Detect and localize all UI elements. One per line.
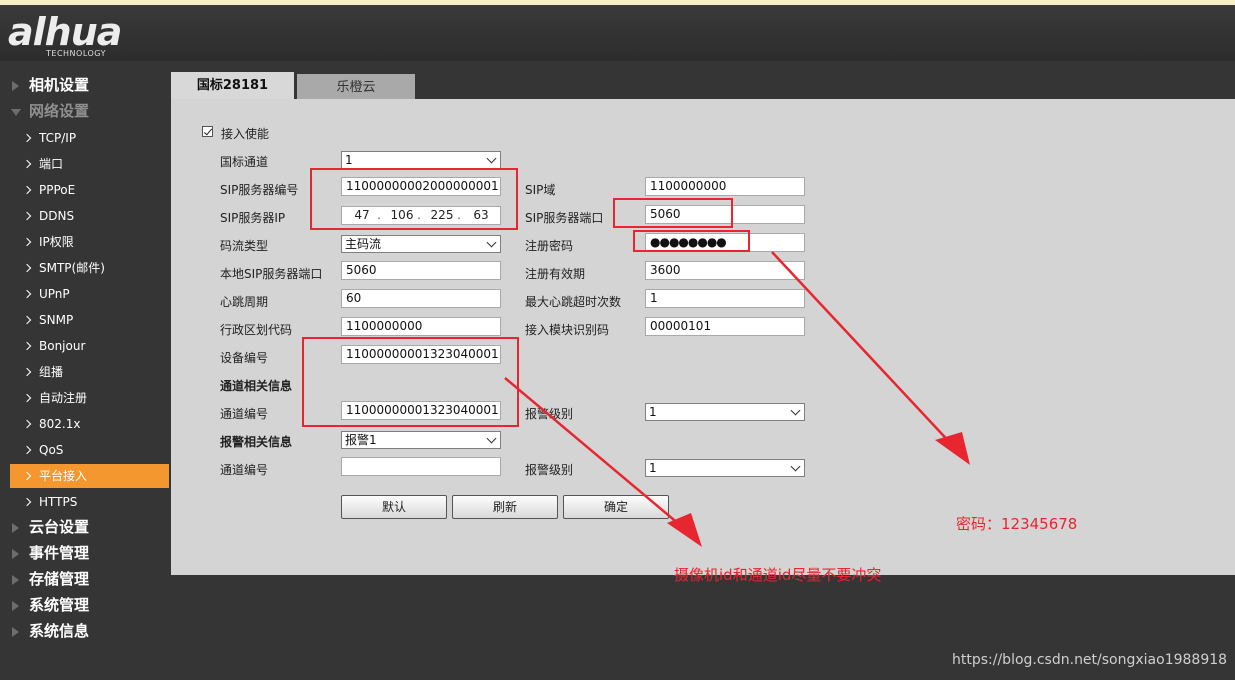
arrow-head-icon bbox=[935, 432, 970, 465]
id-conflict-annotation: 摄像机id和通道id尽量不要冲突 bbox=[674, 566, 882, 584]
watermark: https://blog.csdn.net/songxiao1988918 bbox=[952, 652, 1228, 668]
annotation-arrow-line bbox=[771, 251, 956, 449]
annotation-arrows bbox=[504, 251, 970, 547]
annotation-arrow-line bbox=[504, 377, 687, 531]
password-annotation: 密码：12345678 bbox=[956, 515, 1078, 533]
